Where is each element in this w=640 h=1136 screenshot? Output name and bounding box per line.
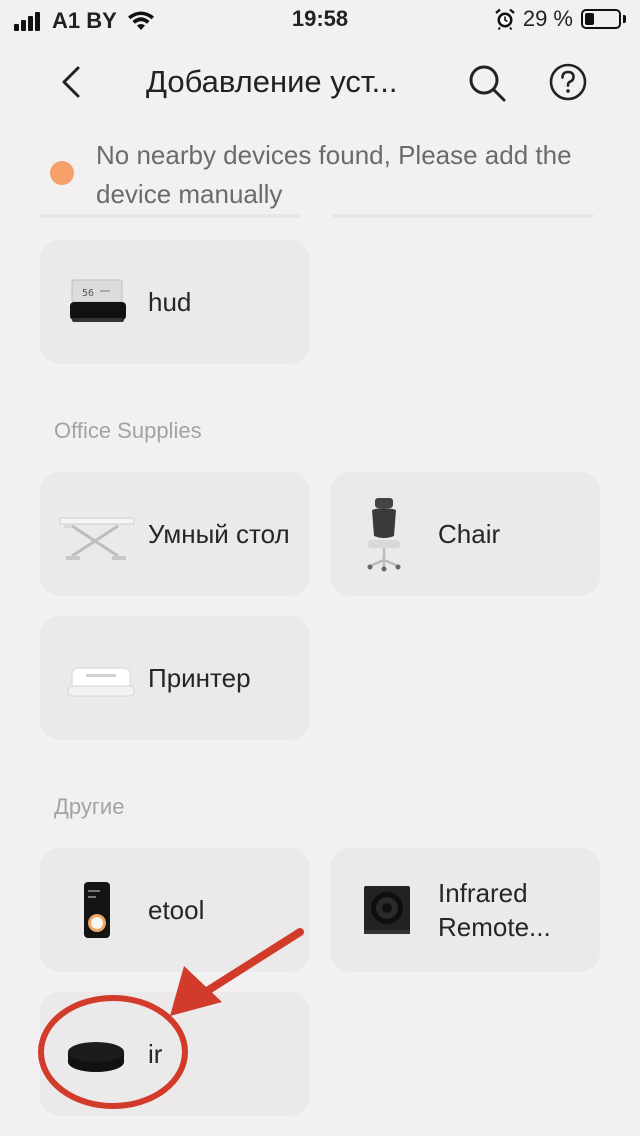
device-card-chair[interactable]: Chair (330, 472, 600, 596)
device-label: Infrared Remote... (438, 878, 551, 942)
device-label: Chair (438, 519, 501, 549)
device-card-infrared-remote[interactable]: Infrared Remote... (330, 848, 600, 972)
list-edge (40, 214, 596, 218)
notice-text: No nearby devices found, Please add the … (96, 140, 572, 209)
device-label: Принтер (148, 663, 251, 693)
device-card-etool[interactable]: etool (40, 848, 310, 972)
device-card-printer[interactable]: Принтер (40, 616, 310, 740)
printer-icon (67, 667, 135, 697)
ir-puck-icon (68, 1042, 124, 1072)
device-card-hud[interactable]: 56 hud (40, 240, 310, 364)
section-label-office-supplies: Office Supplies (54, 418, 202, 443)
navigation-header: Добавление уст... (0, 50, 640, 116)
status-right: 29 % (495, 6, 626, 32)
section-label-other: Другие (54, 794, 125, 819)
device-card-smart-desk[interactable]: Умный стол (40, 472, 310, 596)
device-label: hud (148, 287, 192, 317)
device-label: etool (148, 895, 205, 925)
etool-device-icon (84, 882, 110, 938)
device-card-ir[interactable]: ir (40, 992, 310, 1116)
standing-desk-icon (59, 517, 135, 560)
status-bar: A1 BY 19:58 29 % (0, 0, 640, 40)
battery-icon (581, 9, 621, 29)
page-title: Добавление уст... (146, 64, 398, 99)
infrared-remote-icon (364, 886, 410, 934)
status-dot (50, 161, 74, 185)
help-icon[interactable] (548, 62, 588, 102)
hud-device-icon: 56 (70, 279, 126, 322)
device-label: Умный стол (148, 519, 290, 549)
office-chair-icon (367, 498, 401, 572)
no-devices-notice: No nearby devices found, Please add the … (40, 132, 600, 222)
battery-level-fill (585, 13, 595, 25)
battery-percent: 29 % (522, 6, 573, 31)
svg-text:56: 56 (82, 288, 94, 299)
alarm-clock-icon (495, 8, 515, 30)
back-button[interactable] (54, 62, 94, 102)
battery-tip (623, 15, 626, 23)
device-label: ir (148, 1039, 163, 1069)
search-icon[interactable] (466, 62, 508, 104)
